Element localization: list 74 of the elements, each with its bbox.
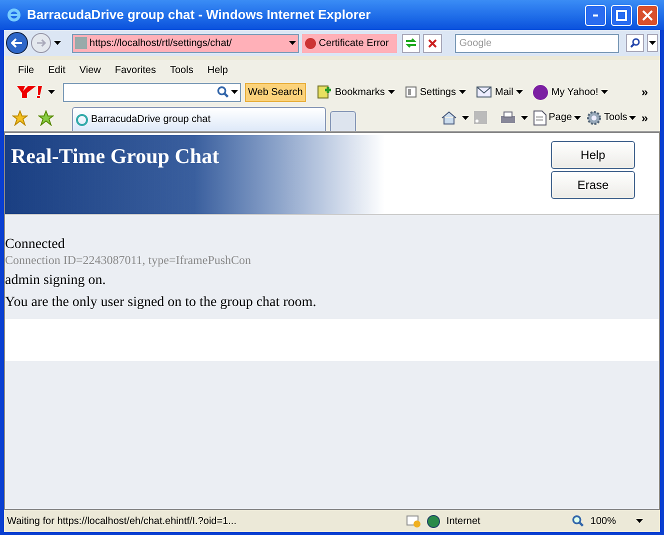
dropdown-caret-icon[interactable] [629,116,636,120]
menu-item[interactable]: View [79,62,101,78]
maximize-button[interactable] [611,4,632,26]
zoom-caret-icon[interactable] [636,519,643,523]
page-heading: Real-Time Group Chat [11,144,220,168]
chat-message: You are the only user signed on to the group chat room. [5,295,318,311]
minimize-button[interactable] [585,4,606,26]
settings-icon [404,86,417,98]
browser-logo-icon [6,7,22,23]
more-chevron[interactable]: » [641,108,648,126]
history-caret-icon[interactable] [54,41,61,45]
close-icon [428,38,438,48]
chat-message: Connected [5,237,66,253]
printer-icon[interactable] [500,110,516,124]
star-icon[interactable] [12,110,28,126]
address-caret-icon[interactable] [288,41,296,45]
menu-item[interactable]: Help [207,62,228,78]
status-text: Waiting for https://localhost/eh/chat.ehintf/I.?oid=1... [7,514,238,528]
yahoo-search-field[interactable] [63,82,241,102]
y-logo-icon [16,85,44,99]
zoom-level[interactable]: 100% [590,514,616,528]
chat-message: admin signing on. [5,273,107,289]
more-chevron[interactable]: » [641,83,648,101]
dropdown-caret-icon[interactable] [462,116,469,120]
add-favorite-icon[interactable] [38,110,54,126]
window-title: BarracudaDrive group chat - Windows Internet Explorer [27,6,372,24]
zone-text: Internet [446,514,482,528]
certificate-error-button[interactable]: Certificate Error [302,34,397,52]
search-icon [217,86,229,98]
refresh-icon [405,38,418,48]
search-icon [630,38,640,48]
dropdown-caret-icon[interactable] [516,90,524,94]
search-field[interactable]: Google [455,34,620,52]
menu-item[interactable]: Favorites [114,62,156,78]
forward-arrow-icon [36,39,46,47]
url-text: https://localhost/rtl/settings/chat/ [90,36,233,50]
maximize-icon [616,10,627,20]
toolbar-button[interactable]: Settings [404,84,466,100]
mail-icon [476,86,492,98]
dropdown-caret-icon[interactable] [388,90,395,94]
back-arrow-icon [10,38,23,48]
command-button[interactable]: Page [532,110,581,126]
search-button[interactable] [626,34,644,52]
stop-button[interactable] [423,34,442,52]
minimize-icon [592,14,599,16]
toolbar-button[interactable]: My Yahoo! [533,84,608,100]
command-button[interactable]: Tools [586,110,636,126]
search-options-button[interactable] [647,34,658,52]
address-field[interactable]: https://localhost/rtl/settings/chat/ [72,34,299,52]
toolbar-button[interactable]: Bookmarks [316,84,395,100]
back-button[interactable] [6,32,28,54]
dropdown-caret-icon[interactable] [601,90,608,94]
bookmark-plus-icon [316,84,332,100]
close-icon [642,10,653,20]
search-caret-icon[interactable] [649,41,656,45]
menu-item[interactable]: File [18,62,34,78]
dropdown-caret-icon[interactable] [459,90,466,94]
dropdown-caret-icon[interactable] [520,116,528,120]
home-icon[interactable] [440,110,457,124]
menu-item[interactable]: Tools [170,62,194,78]
web-search-button[interactable]: Web Search [245,82,306,102]
dropdown-caret-icon[interactable] [574,116,581,120]
header-action-button[interactable]: Erase [551,171,635,199]
search-caret-icon[interactable] [231,90,238,94]
chat-message: Connection ID=2243087011, type=IframePushCon [5,253,252,267]
menu-item[interactable]: Edit [48,62,66,78]
yahoo-caret-icon[interactable] [48,90,55,94]
browser-tab[interactable]: BarracudaDrive group chat [72,107,326,131]
gear-icon [586,110,602,126]
close-button[interactable] [637,4,658,26]
header-action-button[interactable]: Help [551,141,635,169]
toolbar-button[interactable]: Mail [476,84,524,100]
refresh-button[interactable] [402,34,420,52]
zoom-icon [572,515,584,527]
